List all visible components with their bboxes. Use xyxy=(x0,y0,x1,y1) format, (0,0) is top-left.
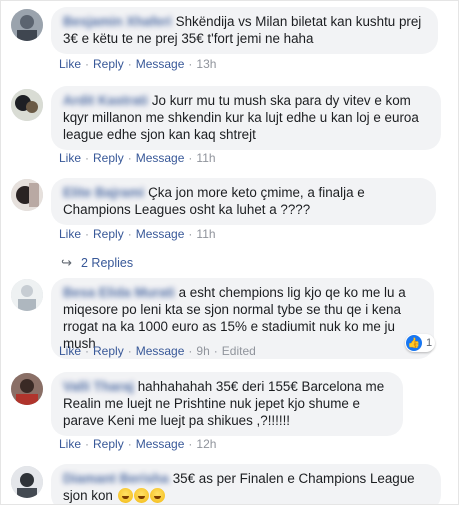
like-link[interactable]: Like xyxy=(59,151,81,165)
separator: · xyxy=(127,151,132,165)
separator: · xyxy=(127,437,132,451)
commenter-name[interactable]: Besjamin Xhaferi xyxy=(63,13,172,30)
laughing-emoji-icon xyxy=(149,488,165,503)
thumbs-up-icon: 👍 xyxy=(406,335,422,351)
separator: · xyxy=(188,344,193,358)
view-replies-link[interactable]: ↪ 2 Replies xyxy=(61,255,133,271)
commenter-name[interactable]: Diamant Berisha xyxy=(63,470,169,487)
reply-link[interactable]: Reply xyxy=(93,227,124,241)
laughing-emoji-icon xyxy=(133,488,149,503)
separator: · xyxy=(127,57,132,71)
commenter-name[interactable]: Ardit Kastrati xyxy=(63,92,148,109)
message-link[interactable]: Message xyxy=(136,344,185,358)
reaction-count: 1 xyxy=(426,337,433,349)
timestamp[interactable]: 13h xyxy=(196,57,216,71)
comment-bubble: Ardit Kastrati Jo kurr mu tu mush ska par… xyxy=(51,86,441,150)
comment-bubble: Elite Bajrami Çka jon more keto çmime, a … xyxy=(51,178,436,225)
avatar[interactable] xyxy=(11,89,43,121)
edited-label[interactable]: Edited xyxy=(222,344,256,358)
commenter-name[interactable]: Besa Elida Murati xyxy=(63,284,175,301)
timestamp[interactable]: 11h xyxy=(196,151,215,165)
separator: · xyxy=(213,344,218,358)
avatar[interactable] xyxy=(11,279,43,311)
comment-actions: Like · Reply · Message · 11h xyxy=(59,227,216,241)
separator: · xyxy=(127,344,132,358)
comment-bubble: Valli Tharaj hahhahahah 35€ deri 155€ Bar… xyxy=(51,372,403,436)
commenter-name[interactable]: Valli Tharaj xyxy=(63,378,134,395)
comment-actions: Like · Reply · Message · 12h xyxy=(59,437,216,451)
comment-actions: Like · Reply · Message · 11h xyxy=(59,151,216,165)
avatar[interactable] xyxy=(11,466,43,498)
reply-arrow-icon: ↪ xyxy=(61,255,72,270)
like-link[interactable]: Like xyxy=(59,227,81,241)
commenter-name[interactable]: Elite Bajrami xyxy=(63,184,144,201)
like-link[interactable]: Like xyxy=(59,344,81,358)
separator: · xyxy=(188,227,193,241)
message-link[interactable]: Message xyxy=(136,151,185,165)
comment-bubble: Besjamin Xhaferi Shkëndija vs Milan bilet… xyxy=(51,7,438,54)
avatar[interactable] xyxy=(11,373,43,405)
like-link[interactable]: Like xyxy=(59,57,81,71)
separator: · xyxy=(127,227,132,241)
reaction-badge[interactable]: 👍 1 xyxy=(405,334,436,352)
reply-link[interactable]: Reply xyxy=(93,57,124,71)
separator: · xyxy=(85,151,90,165)
message-link[interactable]: Message xyxy=(136,437,185,451)
separator: · xyxy=(188,437,193,451)
separator: · xyxy=(85,57,90,71)
message-link[interactable]: Message xyxy=(136,227,185,241)
reply-link[interactable]: Reply xyxy=(93,344,124,358)
reply-link[interactable]: Reply xyxy=(93,151,124,165)
timestamp[interactable]: 9h xyxy=(196,344,209,358)
replies-count[interactable]: 2 Replies xyxy=(81,256,133,270)
like-link[interactable]: Like xyxy=(59,437,81,451)
separator: · xyxy=(188,151,193,165)
message-link[interactable]: Message xyxy=(136,57,185,71)
separator: · xyxy=(85,227,90,241)
timestamp[interactable]: 12h xyxy=(196,437,216,451)
laughing-emoji-icon xyxy=(117,488,133,503)
comment-bubble: Diamant Berisha 35€ as per Finalen e Cham… xyxy=(51,464,441,504)
comment-actions: Like · Reply · Message · 13h xyxy=(59,57,216,71)
avatar[interactable] xyxy=(11,9,43,41)
reply-link[interactable]: Reply xyxy=(93,437,124,451)
separator: · xyxy=(85,437,90,451)
avatar[interactable] xyxy=(11,179,43,211)
separator: · xyxy=(188,57,193,71)
comment-actions: Like · Reply · Message · 9h · Edited xyxy=(59,344,256,358)
separator: · xyxy=(85,344,90,358)
timestamp[interactable]: 11h xyxy=(196,227,215,241)
comments-section: Besjamin Xhaferi Shkëndija vs Milan bilet… xyxy=(0,0,459,505)
